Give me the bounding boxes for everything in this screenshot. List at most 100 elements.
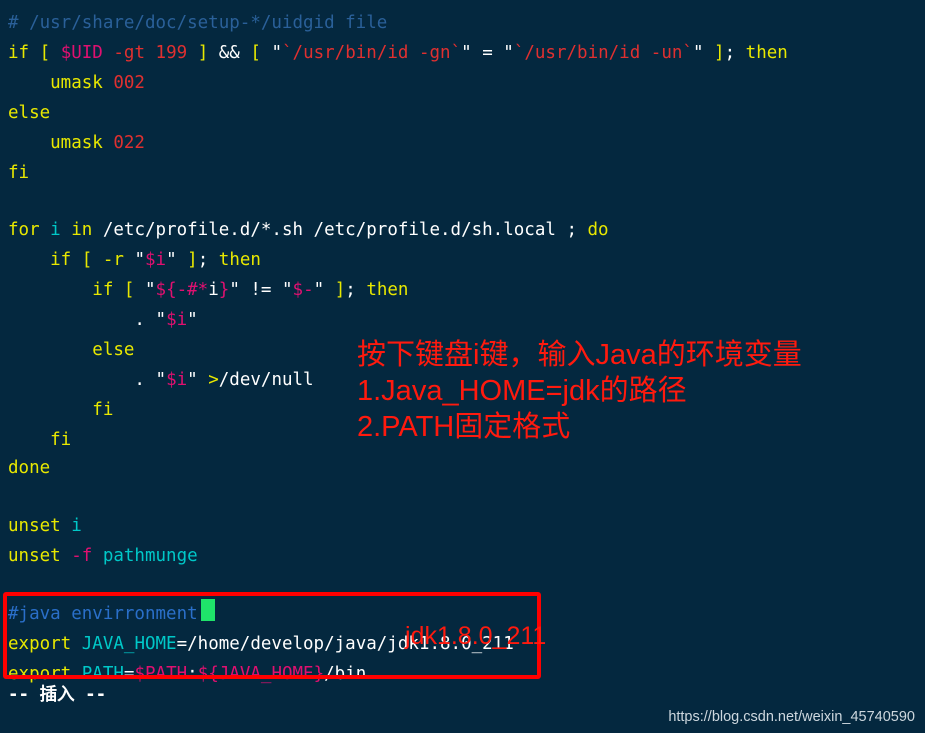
- code-token: ;: [724, 43, 746, 63]
- code-token: i: [50, 220, 72, 240]
- code-line[interactable]: done: [8, 453, 50, 483]
- code-token: ;: [197, 250, 219, 270]
- code-token: 002: [113, 73, 145, 93]
- code-line[interactable]: if [ -r "$i" ]; then: [8, 245, 261, 275]
- code-token: JAVA_HOME: [81, 634, 177, 654]
- code-token: if: [8, 280, 124, 300]
- code-token: `/usr/bin/id -un`: [513, 43, 693, 63]
- code-token: ": [313, 280, 335, 300]
- code-token: >: [208, 370, 219, 390]
- code-token: unset: [8, 516, 72, 536]
- code-token: fi: [8, 163, 30, 183]
- code-token: else: [8, 340, 135, 360]
- code-line[interactable]: fi: [8, 158, 29, 188]
- code-token: $UID: [60, 43, 114, 63]
- code-token: ;: [345, 280, 367, 300]
- code-token: /etc/profile.d/*.sh /etc/profile.d/sh.lo…: [102, 220, 567, 240]
- code-token: in: [71, 220, 103, 240]
- code-token: ${-#*: [155, 280, 209, 300]
- code-token: [: [250, 43, 272, 63]
- code-token: .: [8, 370, 156, 390]
- code-token: $i: [166, 310, 188, 330]
- code-token: i: [71, 516, 82, 536]
- code-token: -r: [102, 250, 135, 270]
- annotation-line-2: 1.Java_HOME=jdk的路径: [357, 375, 687, 407]
- jdk-version-annotation: jdk1.8.0_211: [405, 622, 547, 650]
- annotation-line-3: 2.PATH固定格式: [357, 411, 571, 443]
- code-token: [: [81, 250, 103, 270]
- code-token: 199: [155, 43, 198, 63]
- code-line[interactable]: if [ $UID -gt 199 ] && [ "`/usr/bin/id -…: [8, 38, 788, 68]
- insert-cursor: [201, 599, 215, 621]
- code-line[interactable]: fi: [8, 425, 71, 455]
- code-token: ": [187, 370, 209, 390]
- code-token: umask: [8, 133, 114, 153]
- code-line[interactable]: else: [8, 335, 134, 365]
- code-token: ]: [334, 280, 346, 300]
- code-token: ]: [197, 43, 219, 63]
- code-token: [: [39, 43, 61, 63]
- code-line[interactable]: # /usr/share/doc/setup-*/uidgid file: [8, 8, 387, 38]
- code-token: ${JAVA_HOME}: [197, 664, 325, 684]
- code-token: `/usr/bin/id -gn`: [282, 43, 462, 63]
- code-token: #java envirronment: [8, 604, 198, 624]
- code-token: then: [218, 250, 261, 270]
- code-token: $PATH: [134, 664, 188, 684]
- terminal-screen: # /usr/share/doc/setup-*/uidgid file if […: [0, 0, 925, 733]
- code-token: ]: [714, 43, 725, 63]
- code-token: 022: [113, 133, 145, 153]
- code-line[interactable]: for i in /etc/profile.d/*.sh /etc/profil…: [8, 215, 609, 245]
- code-token: if: [8, 250, 82, 270]
- code-token: ": [155, 370, 167, 390]
- code-line[interactable]: . "$i" >/dev/null: [8, 365, 313, 395]
- code-line[interactable]: unset -f pathmunge: [8, 541, 198, 571]
- code-token: pathmunge: [102, 546, 198, 566]
- code-token: export: [8, 634, 82, 654]
- code-token: fi: [8, 430, 72, 450]
- code-line[interactable]: umask 022: [8, 128, 145, 158]
- code-token: !=: [250, 280, 282, 300]
- code-token: # /usr/share/doc/setup-*/uidgid file: [8, 13, 388, 33]
- code-token: }: [218, 280, 230, 300]
- code-token: ": [187, 310, 198, 330]
- code-token: done: [8, 458, 51, 478]
- code-token: $i: [145, 250, 167, 270]
- code-token: ": [692, 43, 715, 63]
- code-token: =: [482, 43, 504, 63]
- code-token: if: [8, 43, 40, 63]
- code-line[interactable]: . "$i": [8, 305, 198, 335]
- code-token: i: [208, 280, 219, 300]
- code-token: ": [229, 280, 251, 300]
- blog-watermark: https://blog.csdn.net/weixin_45740590: [668, 709, 915, 725]
- code-token: /bin: [324, 664, 367, 684]
- code-token: &&: [218, 43, 251, 63]
- code-token: ;: [566, 220, 588, 240]
- code-token: then: [745, 43, 788, 63]
- vim-mode-label: -- 插入 --: [8, 685, 107, 705]
- code-token: ": [461, 43, 483, 63]
- code-token: -gt: [113, 43, 156, 63]
- code-line[interactable]: else: [8, 98, 50, 128]
- code-token: then: [366, 280, 409, 300]
- annotation-line-1: 按下键盘i键，输入Java的环境变量: [357, 339, 802, 371]
- code-token: [: [123, 280, 145, 300]
- code-line[interactable]: #java envirronment: [8, 599, 198, 629]
- code-token: ": [155, 310, 167, 330]
- code-line[interactable]: unset i: [8, 511, 82, 541]
- code-token: ]: [187, 250, 198, 270]
- code-token: :: [187, 664, 198, 684]
- code-token: -f: [71, 546, 103, 566]
- vim-status-line: -- 插入 --: [8, 681, 106, 709]
- code-token: .: [8, 310, 156, 330]
- code-token: umask: [8, 73, 114, 93]
- code-token: else: [8, 103, 51, 123]
- code-line[interactable]: fi: [8, 395, 113, 425]
- code-token: =: [123, 664, 135, 684]
- code-token: $i: [166, 370, 188, 390]
- code-line[interactable]: umask 002: [8, 68, 145, 98]
- code-token: for: [8, 220, 51, 240]
- code-token: ": [282, 280, 293, 300]
- code-token: ": [134, 250, 145, 270]
- code-line[interactable]: if [ "${-#*i}" != "$-" ]; then: [8, 275, 408, 305]
- code-token: ": [503, 43, 514, 63]
